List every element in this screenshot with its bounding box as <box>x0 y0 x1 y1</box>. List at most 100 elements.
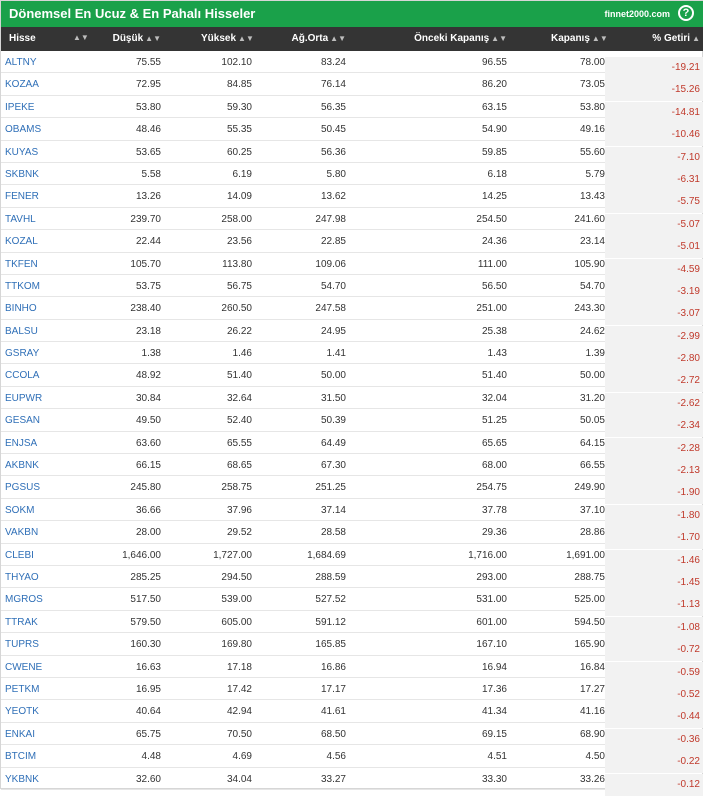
ticker-link[interactable]: TUPRS <box>5 639 39 650</box>
ticker-link[interactable]: KOZAA <box>5 79 39 90</box>
high-value: 6.19 <box>232 168 252 180</box>
table-row[interactable]: TTRAK 579.50 605.00 591.12 601.00 594.50 -1.08 <box>1 611 703 639</box>
table-row[interactable]: VAKBN 28.00 29.52 28.58 29.36 28.86 -1.70 <box>1 521 703 550</box>
table-row[interactable]: EUPWR 30.84 32.64 31.50 32.04 31.20 -2.62 <box>1 387 703 415</box>
table-row[interactable]: PETKM 16.95 17.42 17.17 17.36 17.27 -0.52 <box>1 678 703 706</box>
prev-close-value: 531.00 <box>476 594 507 606</box>
prev-close-value: 1,716.00 <box>468 549 507 561</box>
table-row[interactable]: YKBNK 32.60 34.04 33.27 33.30 33.26 -0.12 <box>1 768 703 796</box>
close-value: 243.30 <box>574 303 605 315</box>
high-value: 37.96 <box>226 504 252 516</box>
ticker-link[interactable]: PETKM <box>5 684 39 695</box>
prev-close-value: 96.55 <box>481 57 507 68</box>
ticker-link[interactable]: ENJSA <box>5 438 37 449</box>
col-header-getiri[interactable]: % Getiri ▲ <box>605 33 703 44</box>
return-value: -0.12 <box>605 773 703 796</box>
table-row[interactable]: TKFEN 105.70 113.80 109.06 111.00 105.90 -4.59 <box>1 253 703 281</box>
table-row[interactable]: YEOTK 40.64 42.94 41.61 41.34 41.16 -0.44 <box>1 700 703 729</box>
table-row[interactable]: TAVHL 239.70 258.00 247.98 254.50 241.60 -5.07 <box>1 208 703 236</box>
help-icon[interactable]: ? <box>678 5 694 21</box>
ticker-link[interactable]: EUPWR <box>5 393 42 404</box>
ticker-link[interactable]: BINHO <box>5 303 37 314</box>
low-value: 49.50 <box>135 415 161 427</box>
ticker-link[interactable]: GSRAY <box>5 348 39 359</box>
ticker-link[interactable]: ALTNY <box>5 57 37 68</box>
sort-icon[interactable]: ▲▼ <box>73 33 89 42</box>
table-row[interactable]: THYAO 285.25 294.50 288.59 293.00 288.75 -1.45 <box>1 566 703 594</box>
table-row[interactable]: ENKAI 65.75 70.50 68.50 69.15 68.90 -0.36 <box>1 723 703 751</box>
ticker-link[interactable]: BALSU <box>5 326 38 337</box>
table-row[interactable]: FENER 13.26 14.09 13.62 14.25 13.43 -5.75 <box>1 185 703 214</box>
col-header-hisse[interactable]: Hisse ▲▼ <box>9 33 89 44</box>
ticker-link[interactable]: GESAN <box>5 415 40 426</box>
high-value: 258.75 <box>221 482 252 494</box>
ticker-link[interactable]: AKBNK <box>5 460 39 471</box>
table-row[interactable]: IPEKE 53.80 59.30 56.35 63.15 53.80 -14.81 <box>1 96 703 124</box>
col-header-ag-orta[interactable]: Ağ.Orta ▲▼ <box>291 33 346 44</box>
ticker-link[interactable]: TTRAK <box>5 617 38 628</box>
table-row[interactable]: BINHO 238.40 260.50 247.58 251.00 243.30 -3.07 <box>1 297 703 326</box>
table-row[interactable]: PGSUS 245.80 258.75 251.25 254.75 249.90 -1.90 <box>1 476 703 505</box>
table-row[interactable]: KOZAA 72.95 84.85 76.14 86.20 73.05 -15.26 <box>1 73 703 102</box>
col-header-onceki-kapanis[interactable]: Önceki Kapanış ▲▼ <box>411 33 507 44</box>
ticker-link[interactable]: ENKAI <box>5 729 35 740</box>
ticker-link[interactable]: OBAMS <box>5 124 41 135</box>
table-row[interactable]: ENJSA 63.60 65.55 64.49 65.65 64.15 -2.28 <box>1 432 703 460</box>
ticker-link[interactable]: TKFEN <box>5 259 38 270</box>
table-row[interactable]: TUPRS 160.30 169.80 165.85 167.10 165.90 -0.72 <box>1 633 703 662</box>
low-value: 65.75 <box>135 728 161 740</box>
low-value: 66.15 <box>135 460 161 472</box>
high-value: 68.65 <box>226 460 252 472</box>
ticker-link[interactable]: SOKM <box>5 505 34 516</box>
col-header-kapanis[interactable]: Kapanış ▲▼ <box>551 33 608 44</box>
table-row[interactable]: MGROS 517.50 539.00 527.52 531.00 525.00 -1.13 <box>1 588 703 617</box>
table-row[interactable]: SOKM 36.66 37.96 37.14 37.78 37.10 -1.80 <box>1 499 703 527</box>
ticker-link[interactable]: IPEKE <box>5 102 34 113</box>
table-row[interactable]: CCOLA 48.92 51.40 50.00 51.40 50.00 -2.72 <box>1 364 703 393</box>
col-header-dusuk[interactable]: Düşük ▲▼ <box>112 33 161 44</box>
table-row[interactable]: BALSU 23.18 26.22 24.95 25.38 24.62 -2.99 <box>1 320 703 348</box>
ticker-link[interactable]: PGSUS <box>5 482 40 493</box>
table-row[interactable]: CLEBI 1,646.00 1,727.00 1,684.69 1,716.00 1,6… <box>1 544 703 572</box>
ticker-link[interactable]: BTCIM <box>5 751 36 762</box>
prev-close-value: 56.50 <box>481 280 507 292</box>
sort-icon[interactable]: ▲▼ <box>238 34 254 43</box>
ticker-link[interactable]: YKBNK <box>5 774 39 785</box>
table-row[interactable]: GSRAY 1.38 1.46 1.41 1.43 1.39 -2.80 <box>1 342 703 371</box>
ticker-link[interactable]: CWENE <box>5 662 42 673</box>
table-row[interactable]: KUYAS 53.65 60.25 56.36 59.85 55.60 -7.10 <box>1 141 703 169</box>
table-row[interactable]: ALTNY 75.55 102.10 83.24 96.55 78.00 -19.21 <box>1 51 703 79</box>
brand-link[interactable]: finnet2000.com <box>604 9 670 19</box>
avg-value: 5.80 <box>326 168 346 180</box>
ticker-link[interactable]: KOZAL <box>5 236 38 247</box>
table-row[interactable]: TTKOM 53.75 56.75 54.70 56.50 54.70 -3.19 <box>1 275 703 303</box>
table-row[interactable]: GESAN 49.50 52.40 50.39 51.25 50.05 -2.34 <box>1 409 703 438</box>
sort-icon[interactable]: ▲▼ <box>491 34 507 43</box>
col-header-yuksek[interactable]: Yüksek ▲▼ <box>201 33 254 44</box>
ticker-link[interactable]: CCOLA <box>5 370 39 381</box>
table-row[interactable]: BTCIM 4.48 4.69 4.56 4.51 4.50 -0.22 <box>1 745 703 774</box>
sort-icon[interactable]: ▲▼ <box>145 34 161 43</box>
ticker-link[interactable]: SKBNK <box>5 169 39 180</box>
ticker-link[interactable]: VAKBN <box>5 527 38 538</box>
ticker-link[interactable]: THYAO <box>5 572 39 583</box>
ticker-link[interactable]: KUYAS <box>5 147 38 158</box>
table-row[interactable]: AKBNK 66.15 68.65 67.30 68.00 66.55 -2.13 <box>1 454 703 483</box>
avg-value: 17.17 <box>320 683 346 695</box>
close-value: 525.00 <box>574 594 605 606</box>
ticker-link[interactable]: CLEBI <box>5 550 34 561</box>
table-row[interactable]: KOZAL 22.44 23.56 22.85 24.36 23.14 -5.01 <box>1 230 703 259</box>
ticker-link[interactable]: YEOTK <box>5 706 39 717</box>
ticker-link[interactable]: TAVHL <box>5 214 36 225</box>
ticker-link[interactable]: MGROS <box>5 594 43 605</box>
table-row[interactable]: SKBNK 5.58 6.19 5.80 6.18 5.79 -6.31 <box>1 163 703 191</box>
prev-close-value: 33.30 <box>481 773 507 785</box>
sort-icon[interactable]: ▲▼ <box>330 34 346 43</box>
ticker-link[interactable]: TTKOM <box>5 281 40 292</box>
table-row[interactable]: CWENE 16.63 17.18 16.86 16.94 16.84 -0.59 <box>1 656 703 684</box>
sort-asc-icon[interactable]: ▲ <box>692 34 700 43</box>
ticker-link[interactable]: FENER <box>5 191 39 202</box>
avg-value: 13.62 <box>320 191 346 203</box>
high-value: 23.56 <box>226 236 252 248</box>
table-row[interactable]: OBAMS 48.46 55.35 50.45 54.90 49.16 -10.46 <box>1 118 703 147</box>
